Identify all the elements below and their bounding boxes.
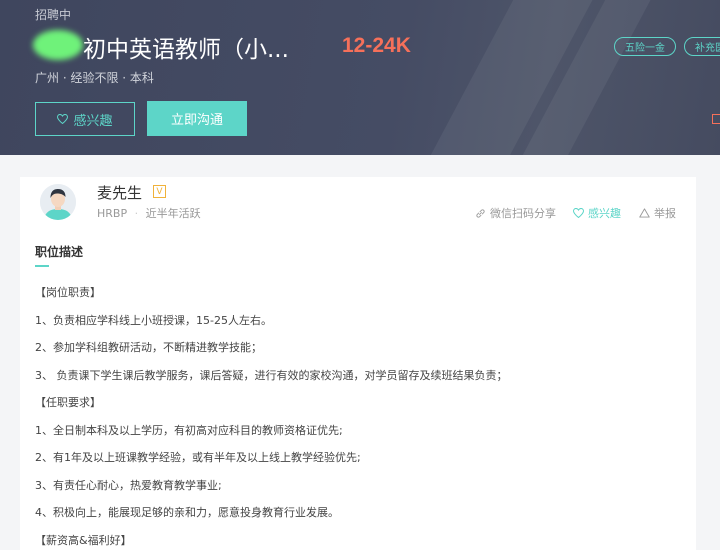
meta-separator: · bbox=[134, 207, 139, 220]
chat-now-button[interactable]: 立即沟通 bbox=[147, 101, 247, 136]
redaction-blur bbox=[33, 30, 83, 60]
description-line: 【任职要求】 bbox=[35, 396, 101, 409]
interest-button[interactable]: 感兴趣 bbox=[35, 102, 135, 136]
description-line: 2、有1年及以上班课教学经验，或有半年及以上线上教学经验优先; bbox=[35, 451, 361, 464]
description-line: 【薪资高&福利好】 bbox=[35, 534, 132, 547]
recruiter-activity: 近半年活跃 bbox=[145, 207, 201, 220]
interest-button-label: 感兴趣 bbox=[73, 113, 113, 129]
job-meta: 广州 · 经验不限 · 本科 bbox=[35, 71, 154, 85]
benefit-tag: 五险一金 bbox=[614, 37, 676, 56]
verified-badge-icon: V bbox=[153, 185, 166, 198]
avatar-illustration bbox=[40, 184, 76, 220]
warning-icon bbox=[639, 208, 650, 218]
heart-icon bbox=[573, 208, 584, 218]
description-line: 4、积极向上，能展现足够的亲和力，愿意投身教育行业发展。 bbox=[35, 506, 339, 519]
report-link[interactable]: 举报 bbox=[639, 205, 676, 221]
recruiter-meta: HRBP · 近半年活跃 bbox=[97, 205, 201, 221]
recruiter-role: HRBP bbox=[97, 207, 128, 220]
recruiter-name: 麦先生 bbox=[97, 184, 143, 202]
benefit-tag: 补充医 bbox=[684, 37, 720, 56]
wechat-share-button[interactable]: 微信扫码分享 bbox=[475, 205, 556, 221]
job-title: 初中英语教师（小... bbox=[83, 37, 289, 63]
job-detail-card: 麦先生 V HRBP · 近半年活跃 微信扫码分享 感兴趣 举报 职位描述 【岗… bbox=[20, 177, 696, 550]
avatar bbox=[40, 184, 76, 220]
description-line: 1、负责相应学科线上小班授课，15-25人左右。 bbox=[35, 314, 272, 327]
section-title: 职位描述 bbox=[35, 245, 84, 259]
wechat-share-label: 微信扫码分享 bbox=[490, 207, 556, 220]
report-label: 举报 bbox=[654, 207, 676, 220]
heart-icon bbox=[57, 114, 69, 124]
job-status: 招聘中 bbox=[35, 8, 72, 22]
description-line: 1、全日制本科及以上学历，有初高对应科目的教师资格证优先; bbox=[35, 424, 343, 437]
interest-link-label: 感兴趣 bbox=[588, 207, 621, 220]
description-line: 2、参加学科组教研活动，不断精进教学技能； bbox=[35, 341, 262, 354]
job-header-banner: 招聘中 初中英语教师（小... 12-24K 广州 · 经验不限 · 本科 感兴… bbox=[0, 0, 720, 155]
description-line: 【岗位职责】 bbox=[35, 286, 101, 299]
interest-link[interactable]: 感兴趣 bbox=[573, 205, 621, 221]
salary-range: 12-24K bbox=[342, 34, 411, 57]
description-line: 3、 负责课下学生课后教学服务，课后答疑，进行有效的家校沟通，对学员留存及续班结… bbox=[35, 369, 508, 382]
description-line: 3、有责任心耐心，热爱教育教学事业; bbox=[35, 479, 222, 492]
link-icon bbox=[476, 208, 485, 218]
report-edge-icon bbox=[712, 114, 720, 124]
section-underline bbox=[35, 265, 49, 267]
